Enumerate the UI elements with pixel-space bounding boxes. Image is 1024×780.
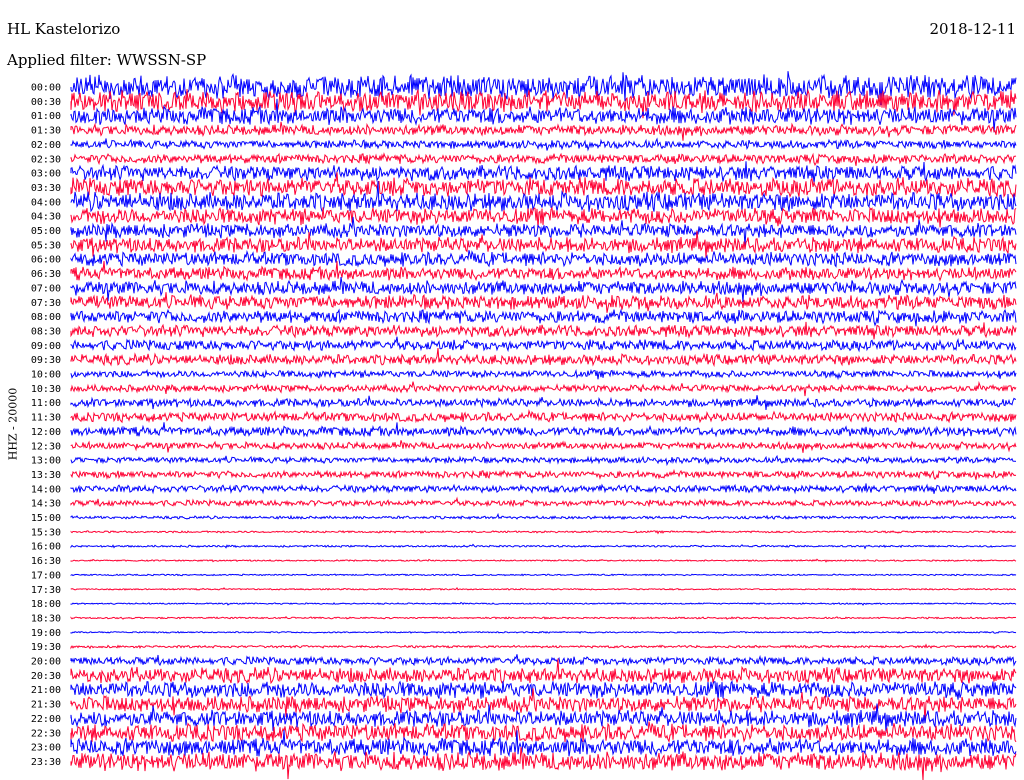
trace-line <box>70 261 1017 282</box>
trace-line <box>70 680 1017 703</box>
trace-line <box>70 292 1017 313</box>
trace-line <box>70 380 1017 397</box>
row-label: 13:00 <box>31 456 61 467</box>
trace-line <box>70 573 1017 577</box>
trace-line <box>70 409 1017 424</box>
trace-line <box>70 746 1017 780</box>
trace-line <box>70 454 1017 467</box>
row-label: 11:30 <box>31 413 61 424</box>
trace-line <box>70 137 1017 152</box>
row-label: 19:00 <box>31 628 61 639</box>
trace-line <box>70 616 1017 620</box>
trace-line <box>70 422 1017 438</box>
row-label: 21:00 <box>31 685 61 696</box>
row-label: 23:00 <box>31 743 61 754</box>
row-label: 18:30 <box>31 613 61 624</box>
row-label: 03:00 <box>31 169 61 180</box>
row-label: 19:30 <box>31 642 61 653</box>
row-label: 08:00 <box>31 312 61 323</box>
row-label: 21:30 <box>31 700 61 711</box>
row-label: 12:00 <box>31 427 61 438</box>
row-label: 05:00 <box>31 226 61 237</box>
row-label: 22:00 <box>31 714 61 725</box>
trace-line <box>70 468 1017 481</box>
trace-line <box>70 558 1017 563</box>
row-label: 12:30 <box>31 441 61 452</box>
trace-line <box>70 440 1017 453</box>
trace-line <box>70 529 1017 535</box>
row-label: 01:30 <box>31 126 61 137</box>
helicorder-plot: 00:00 00:30 01:00 01:30 02:00 02:30 03:00 03:30… <box>31 71 1017 780</box>
row-label: 06:00 <box>31 255 61 266</box>
trace-line <box>70 496 1017 508</box>
row-label: 15:30 <box>31 527 61 538</box>
row-label: 13:30 <box>31 470 61 481</box>
row-label: 16:00 <box>31 542 61 553</box>
row-label: 14:30 <box>31 499 61 510</box>
row-label: 03:30 <box>31 183 61 194</box>
trace-line <box>70 483 1017 495</box>
row-label: 22:30 <box>31 728 61 739</box>
trace-line <box>70 643 1017 650</box>
row-label: 18:00 <box>31 599 61 610</box>
row-label: 09:00 <box>31 341 61 352</box>
trace-line <box>70 368 1017 381</box>
row-label: 01:00 <box>31 111 61 122</box>
row-label: 04:00 <box>31 197 61 208</box>
row-label: 17:00 <box>31 570 61 581</box>
row-label: 06:30 <box>31 269 61 280</box>
row-label: 02:30 <box>31 154 61 165</box>
trace-line <box>70 121 1017 141</box>
trace-line <box>70 630 1017 634</box>
trace-line <box>70 347 1017 368</box>
row-label: 11:00 <box>31 398 61 409</box>
row-label: 20:30 <box>31 671 61 682</box>
row-label: 14:00 <box>31 484 61 495</box>
row-label: 17:30 <box>31 585 61 596</box>
trace-line <box>70 512 1017 521</box>
row-label: 15:00 <box>31 513 61 524</box>
row-label: 08:30 <box>31 326 61 337</box>
row-label: 20:00 <box>31 657 61 668</box>
trace-line <box>70 395 1016 411</box>
trace-line <box>70 249 1017 268</box>
trace-line <box>70 654 1017 667</box>
row-label: 09:30 <box>31 355 61 366</box>
row-label: 10:00 <box>31 370 61 381</box>
row-label: 05:30 <box>31 240 61 251</box>
row-label: 16:30 <box>31 556 61 567</box>
row-label: 04:30 <box>31 212 61 223</box>
trace-line <box>70 277 1017 303</box>
row-label: 23:30 <box>31 757 61 768</box>
trace-line <box>70 172 1017 199</box>
trace-line <box>70 152 1017 167</box>
trace-line <box>70 308 1017 327</box>
trace-line <box>70 543 1017 550</box>
row-label: 07:00 <box>31 283 61 294</box>
trace-line <box>70 601 1017 606</box>
trace-line <box>70 721 1017 745</box>
row-label: 10:30 <box>31 384 61 395</box>
row-label: 07:30 <box>31 298 61 309</box>
trace-line <box>70 321 1017 340</box>
row-label: 00:30 <box>31 97 61 108</box>
row-label: 00:00 <box>31 83 61 94</box>
trace-line <box>70 587 1017 591</box>
row-label: 02:00 <box>31 140 61 151</box>
